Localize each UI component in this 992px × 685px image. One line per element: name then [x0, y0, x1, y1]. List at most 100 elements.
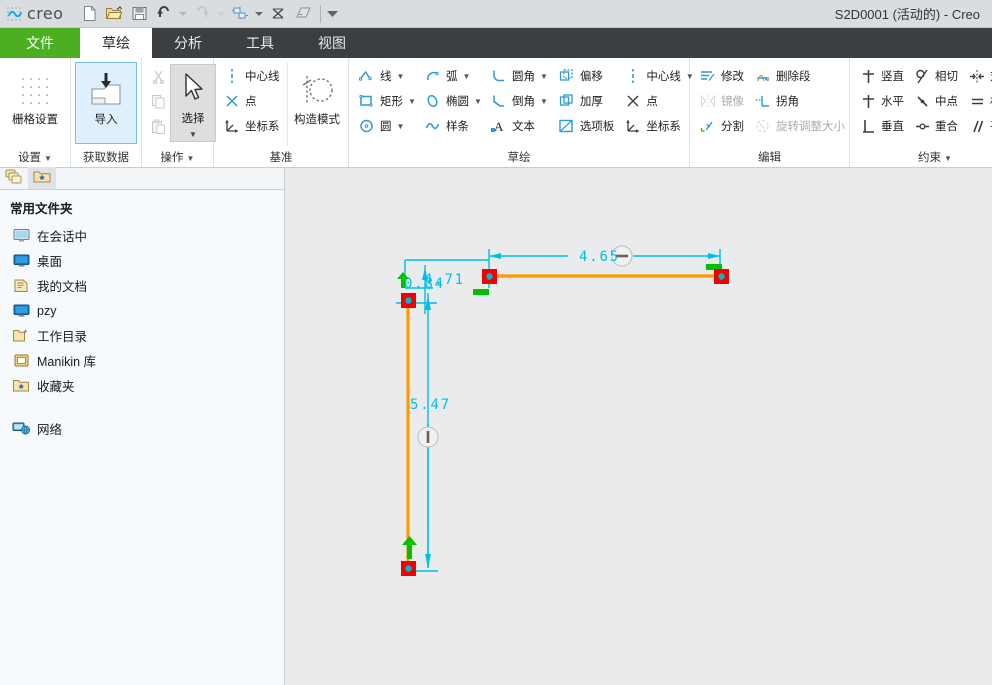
- tab-view[interactable]: 视图: [296, 28, 368, 58]
- tab-file[interactable]: 文件: [0, 28, 80, 58]
- tangent-constraint-button[interactable]: 相切: [908, 64, 963, 88]
- dimension-4-65[interactable]: 4.65: [488, 245, 721, 288]
- perpendicular-constraint-button[interactable]: 垂直: [854, 114, 908, 138]
- nav-item-network[interactable]: 网络: [0, 416, 284, 441]
- coincident-constraint-button[interactable]: 重合: [908, 114, 963, 138]
- select-dropdown-caret-icon[interactable]: ▼: [170, 128, 216, 142]
- vertical-constraint-icon: [859, 67, 877, 85]
- redo-dropdown-caret-icon[interactable]: [215, 2, 227, 26]
- ribbon-group-datum: 中心线 点 坐标系 构造模式 基准: [214, 58, 349, 167]
- vertex-markers[interactable]: [401, 269, 729, 576]
- modify-button[interactable]: 修改: [694, 64, 749, 88]
- corner-button[interactable]: 拐角: [749, 89, 845, 113]
- tab-analysis[interactable]: 分析: [152, 28, 224, 58]
- ellipse-button[interactable]: 椭圆 ▼: [419, 89, 485, 113]
- chamfer-button[interactable]: 倒角 ▼: [485, 89, 553, 113]
- nav-item-desktop[interactable]: 桌面: [0, 248, 284, 273]
- close-window-icon[interactable]: [266, 2, 290, 26]
- vertical-constraint-label: 竖直: [881, 71, 904, 83]
- vertical-constraint-button[interactable]: 竖直: [854, 64, 908, 88]
- creo-wordmark: creo: [27, 4, 64, 23]
- sketch-drawing[interactable]: 4.65 0.84 4.71: [285, 168, 992, 685]
- toolbar-overflow-caret-icon[interactable]: [326, 2, 338, 26]
- new-file-icon[interactable]: [77, 2, 101, 26]
- chevron-down-icon[interactable]: ▼: [397, 122, 405, 131]
- rectangle-icon: [358, 92, 376, 110]
- navigator-spacer: [0, 398, 284, 416]
- open-file-icon[interactable]: [102, 2, 126, 26]
- equal-constraint-button[interactable]: 相等: [963, 89, 992, 113]
- nav-item-pzy[interactable]: pzy: [0, 298, 284, 323]
- offset-icon: [558, 67, 576, 85]
- chevron-down-icon[interactable]: ▼: [540, 97, 548, 106]
- regenerate-icon[interactable]: [228, 2, 252, 26]
- nav-item-my-documents[interactable]: 我的文档: [0, 273, 284, 298]
- grid-settings-button[interactable]: 栅格设置: [4, 62, 66, 144]
- offset-button[interactable]: 偏移: [553, 64, 620, 88]
- chevron-down-icon[interactable]: ▼: [474, 97, 482, 106]
- desktop-icon: [12, 252, 30, 270]
- horizontal-constraint-button[interactable]: 水平: [854, 89, 908, 113]
- ribbon-group-operations-label[interactable]: 操作 ▼: [142, 148, 213, 167]
- circle-icon: [358, 117, 376, 135]
- tab-sketch[interactable]: 草绘: [80, 28, 152, 58]
- undo-dropdown-caret-icon[interactable]: [177, 2, 189, 26]
- horizontal-constraint-label: 水平: [881, 96, 904, 108]
- cut-icon: [149, 67, 167, 85]
- select-tool[interactable]: 选择 ▼: [170, 62, 216, 142]
- sketch-csys-button[interactable]: 坐标系: [619, 114, 689, 138]
- delete-segment-button[interactable]: 删除段: [749, 64, 845, 88]
- text-button[interactable]: A 文本: [485, 114, 553, 138]
- fillet-button[interactable]: 圆角 ▼: [485, 64, 553, 88]
- chevron-down-icon[interactable]: ▼: [397, 72, 405, 81]
- spline-button[interactable]: 样条: [419, 114, 485, 138]
- chevron-down-icon: ▼: [944, 154, 952, 163]
- tab-tools[interactable]: 工具: [224, 28, 296, 58]
- sketch-centerline-button[interactable]: 中心线 ▼: [619, 64, 694, 88]
- datum-csys-button[interactable]: 坐标系: [218, 114, 285, 138]
- redo-icon[interactable]: [190, 2, 214, 26]
- rectangle-button[interactable]: 矩形 ▼: [353, 89, 419, 113]
- circle-button[interactable]: 圆 ▼: [353, 114, 419, 138]
- nav-item-in-session[interactable]: 在会话中: [0, 223, 284, 248]
- window-switch-icon[interactable]: [291, 2, 315, 26]
- dimension-5-47[interactable]: 5.47: [403, 293, 451, 572]
- rotate-resize-button[interactable]: 旋转调整大小: [749, 114, 845, 138]
- chevron-down-icon[interactable]: ▼: [540, 72, 548, 81]
- save-icon[interactable]: [127, 2, 151, 26]
- regenerate-dropdown-caret-icon[interactable]: [253, 2, 265, 26]
- thicken-button[interactable]: 加厚: [553, 89, 620, 113]
- ribbon-group-settings-label[interactable]: 设置 ▼: [0, 148, 70, 167]
- favorites-tab[interactable]: [28, 167, 56, 189]
- undo-icon[interactable]: [152, 2, 176, 26]
- chevron-down-icon[interactable]: ▼: [408, 97, 416, 106]
- mirror-button[interactable]: 镜像: [694, 89, 749, 113]
- ribbon-group-constraints-label[interactable]: 约束 ▼: [850, 148, 992, 167]
- midpoint-constraint-button[interactable]: 中点: [908, 89, 963, 113]
- construction-mode-button[interactable]: 构造模式: [290, 62, 344, 144]
- symmetric-constraint-button[interactable]: 对称: [963, 64, 992, 88]
- datum-centerline-button[interactable]: 中心线: [218, 64, 285, 88]
- datum-point-button[interactable]: 点: [218, 89, 285, 113]
- sketch-point-button[interactable]: 点: [619, 89, 689, 113]
- nav-item-working-directory[interactable]: 工作目录: [0, 323, 284, 348]
- divide-button[interactable]: 分割: [694, 114, 749, 138]
- nav-item-manikin-library[interactable]: Manikin 库: [0, 348, 284, 373]
- model-tree-tab[interactable]: [0, 167, 28, 189]
- parallel-constraint-button[interactable]: 平行: [963, 114, 992, 138]
- chevron-down-icon[interactable]: ▼: [463, 72, 471, 81]
- line-icon: [358, 67, 376, 85]
- import-button[interactable]: 导入: [75, 62, 137, 144]
- import-icon: [86, 67, 126, 113]
- line-button[interactable]: 线 ▼: [353, 64, 419, 88]
- sketch-graphics-area[interactable]: 4.65 0.84 4.71: [285, 168, 992, 685]
- arc-button[interactable]: 弧 ▼: [419, 64, 485, 88]
- cut-button[interactable]: [146, 64, 170, 88]
- paste-button[interactable]: [146, 114, 170, 138]
- user-folder-icon: [12, 302, 30, 320]
- ribbon-group-datum-label: 基准: [269, 152, 293, 164]
- nav-item-favorites[interactable]: 收藏夹: [0, 373, 284, 398]
- ribbon-group-sketching: 线 ▼ 矩形 ▼ 圆 ▼ 弧 ▼ 椭圆 ▼ 样条 圆角 ▼ 倒角 ▼ A 文本 …: [349, 58, 694, 167]
- copy-button[interactable]: [146, 89, 170, 113]
- palette-button[interactable]: 选项板: [553, 114, 620, 138]
